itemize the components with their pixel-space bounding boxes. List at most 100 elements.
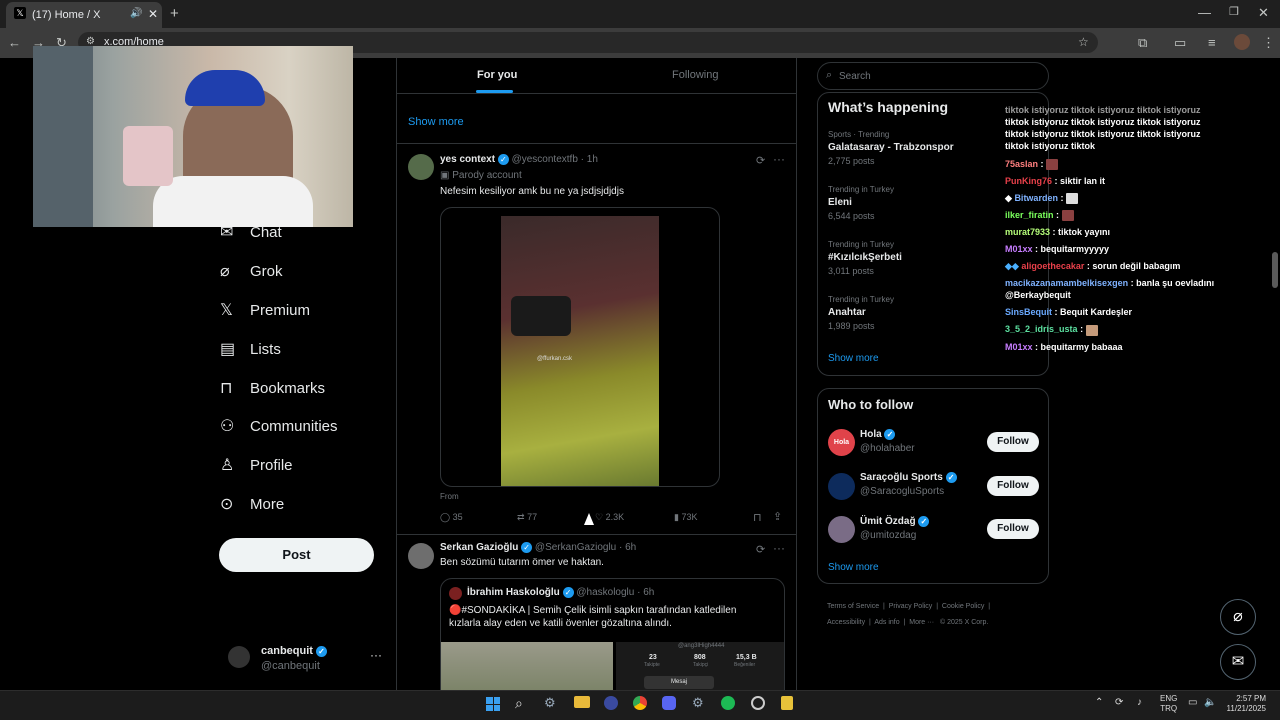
restore-icon[interactable]: ❐ <box>1229 5 1239 18</box>
messages-float-icon[interactable]: ✉ <box>1220 644 1256 680</box>
post-author[interactable]: Serkan Gazioğlu <box>440 542 518 553</box>
footer-privacy[interactable]: Privacy Policy <box>889 603 933 610</box>
post-video[interactable]: @ffurkan.csk <box>440 207 720 487</box>
footer-accessibility[interactable]: Accessibility <box>827 619 865 626</box>
show-more-link[interactable]: Show more <box>408 116 464 128</box>
nav-lists[interactable]: ▤ Lists <box>220 331 390 367</box>
network-icon[interactable]: ▭ <box>1188 697 1197 708</box>
account-avatar <box>228 646 250 668</box>
nav-bookmarks[interactable]: ⊓ Bookmarks <box>220 370 390 406</box>
search-box[interactable]: ⌕ Search <box>817 62 1049 90</box>
nav-label: Grok <box>250 262 283 280</box>
chrome-icon[interactable] <box>633 696 647 710</box>
nav-label: Communities <box>250 417 338 435</box>
discord-icon[interactable] <box>662 696 676 710</box>
follow-suggestion[interactable]: Saraçoğlu Sports ✓ @SaracogluSports Foll… <box>818 469 1050 509</box>
back-icon[interactable]: ← <box>8 35 21 50</box>
steam-icon[interactable]: ⚙ <box>544 695 556 711</box>
bookmark-star-icon[interactable]: ☆ <box>1078 35 1089 49</box>
repost-button[interactable]: ⇄ 77 <box>517 512 537 523</box>
grok-post-icon[interactable]: ⟳ <box>756 543 765 556</box>
trend-item[interactable]: Trending in Turkey Eleni 6,544 posts <box>828 185 998 221</box>
post-more-icon[interactable]: ··· <box>773 541 785 555</box>
verified-icon: ✓ <box>497 154 509 165</box>
sidepanel-icon[interactable]: ▭ <box>1174 35 1186 51</box>
footer-ads-info[interactable]: Ads info <box>874 619 899 626</box>
nav-communities[interactable]: ⚇ Communities <box>220 408 390 444</box>
follow-suggestion[interactable]: Ümit Özdağ ✓ @umitozdag Follow <box>818 512 1050 552</box>
nav-more[interactable]: ⊙ More <box>220 486 390 522</box>
footer-more[interactable]: More ··· <box>909 619 934 626</box>
trend-item[interactable]: Trending in Turkey Anahtar 1,989 posts <box>828 295 998 331</box>
post-handle[interactable]: @SerkanGazioglu <box>535 542 616 553</box>
settings-icon[interactable]: ⚙ <box>692 695 704 711</box>
like-button[interactable]: ♡ 2.3K <box>595 512 624 523</box>
post-button[interactable]: Post <box>219 538 374 572</box>
scrollbar[interactable] <box>1270 58 1280 690</box>
start-icon[interactable] <box>486 697 500 711</box>
chat-message: murat7933 : tiktok yayını <box>1005 227 1111 238</box>
post-time[interactable]: · 1h <box>581 154 598 165</box>
trend-count: 3,011 posts <box>828 266 874 276</box>
account-more-icon[interactable]: ··· <box>370 648 382 662</box>
follow-suggestion[interactable]: Hola Hola ✓ @holahaber Follow <box>818 425 1050 465</box>
nav-chat[interactable]: ✉ Chat <box>220 214 390 250</box>
spotify-icon[interactable] <box>721 696 735 710</box>
who-to-follow-show-more[interactable]: Show more <box>828 562 879 573</box>
mic-icon[interactable]: ♪ <box>1137 697 1142 708</box>
post-yes-context[interactable]: yes context ✓ @yescontextfb · 1h ⟳ ··· ▣… <box>397 144 796 534</box>
taskbar-search-icon[interactable]: ⌕ <box>515 695 523 712</box>
grok-post-icon[interactable]: ⟳ <box>756 154 765 167</box>
tray-chevron-icon[interactable]: ⌃ <box>1095 697 1103 708</box>
obs-icon[interactable] <box>751 696 765 710</box>
minimize-icon[interactable]: — <box>1198 5 1211 20</box>
audio-icon[interactable]: 🔊 <box>130 8 142 19</box>
reply-button[interactable]: ◯ 35 <box>440 512 463 523</box>
post-avatar[interactable] <box>408 543 434 569</box>
post-more-icon[interactable]: ··· <box>773 152 785 166</box>
post-time[interactable]: · 6h <box>619 542 636 553</box>
post-serkan[interactable]: Serkan Gazioğlu ✓ @SerkanGazioglu · 6h ⟳… <box>397 535 796 690</box>
app-icon[interactable] <box>604 696 618 710</box>
footer-terms[interactable]: Terms of Service <box>827 603 879 610</box>
grok-float-icon[interactable]: ⌀ <box>1220 599 1256 635</box>
nav-premium[interactable]: 𝕏 Premium <box>220 292 390 328</box>
tray-sync-icon[interactable]: ⟳ <box>1115 697 1123 708</box>
post-handle[interactable]: @yescontextfb <box>512 154 578 165</box>
file-explorer-icon[interactable] <box>574 696 590 708</box>
post-author[interactable]: yes context <box>440 154 495 165</box>
follow-button[interactable]: Follow <box>987 519 1039 539</box>
profile-icon: ♙ <box>220 457 235 474</box>
footer-cookie[interactable]: Cookie Policy <box>942 603 984 610</box>
trend-item[interactable]: Sports · Trending Galatasaray - Trabzons… <box>828 130 998 166</box>
nav-profile[interactable]: ♙ Profile <box>220 447 390 483</box>
scrollbar-thumb[interactable] <box>1272 252 1278 288</box>
follow-button[interactable]: Follow <box>987 476 1039 496</box>
language-indicator[interactable]: ENG TRQ <box>1160 694 1177 714</box>
tab-following[interactable]: Following <box>672 69 718 81</box>
close-tab-icon[interactable]: ✕ <box>148 7 158 21</box>
volume-icon[interactable]: 🔈 <box>1204 697 1216 708</box>
suggestion-handle: @SaracogluSports <box>860 486 945 497</box>
share-icon[interactable]: ⇪ <box>773 510 782 523</box>
bookmark-post-icon[interactable]: ⊓ <box>753 511 762 524</box>
nav-grok[interactable]: ⌀ Grok <box>220 253 390 289</box>
close-window-icon[interactable]: ✕ <box>1258 5 1269 21</box>
trends-show-more[interactable]: Show more <box>828 353 879 364</box>
menu-icon[interactable]: ⋮ <box>1262 35 1275 51</box>
media-icon[interactable]: ≡ <box>1208 35 1216 50</box>
new-tab-icon[interactable]: + <box>170 5 179 22</box>
post-avatar[interactable] <box>408 154 434 180</box>
views-button[interactable]: ▮ 73K <box>674 512 697 523</box>
trend-item[interactable]: Trending in Turkey #KızılcıkŞerbeti 3,01… <box>828 240 998 276</box>
app-icon[interactable] <box>781 696 793 710</box>
extensions-icon[interactable]: ⧉ <box>1138 35 1147 51</box>
tab-for-you[interactable]: For you <box>477 69 517 81</box>
profile-avatar[interactable] <box>1234 34 1250 50</box>
account-switcher[interactable]: canbequit ✓ @canbequit ··· <box>220 640 390 680</box>
clock[interactable]: 2:57 PM 11/21/2025 <box>1226 694 1266 714</box>
browser-tab[interactable]: 𝕏 (17) Home / X 🔊 ✕ <box>6 2 162 28</box>
follow-button[interactable]: Follow <box>987 432 1039 452</box>
badge-icon: ◆◆ <box>1005 261 1019 272</box>
quoted-post[interactable]: İbrahim Haskoloğlu ✓ @haskologlu · 6h 🔴#… <box>440 578 785 690</box>
